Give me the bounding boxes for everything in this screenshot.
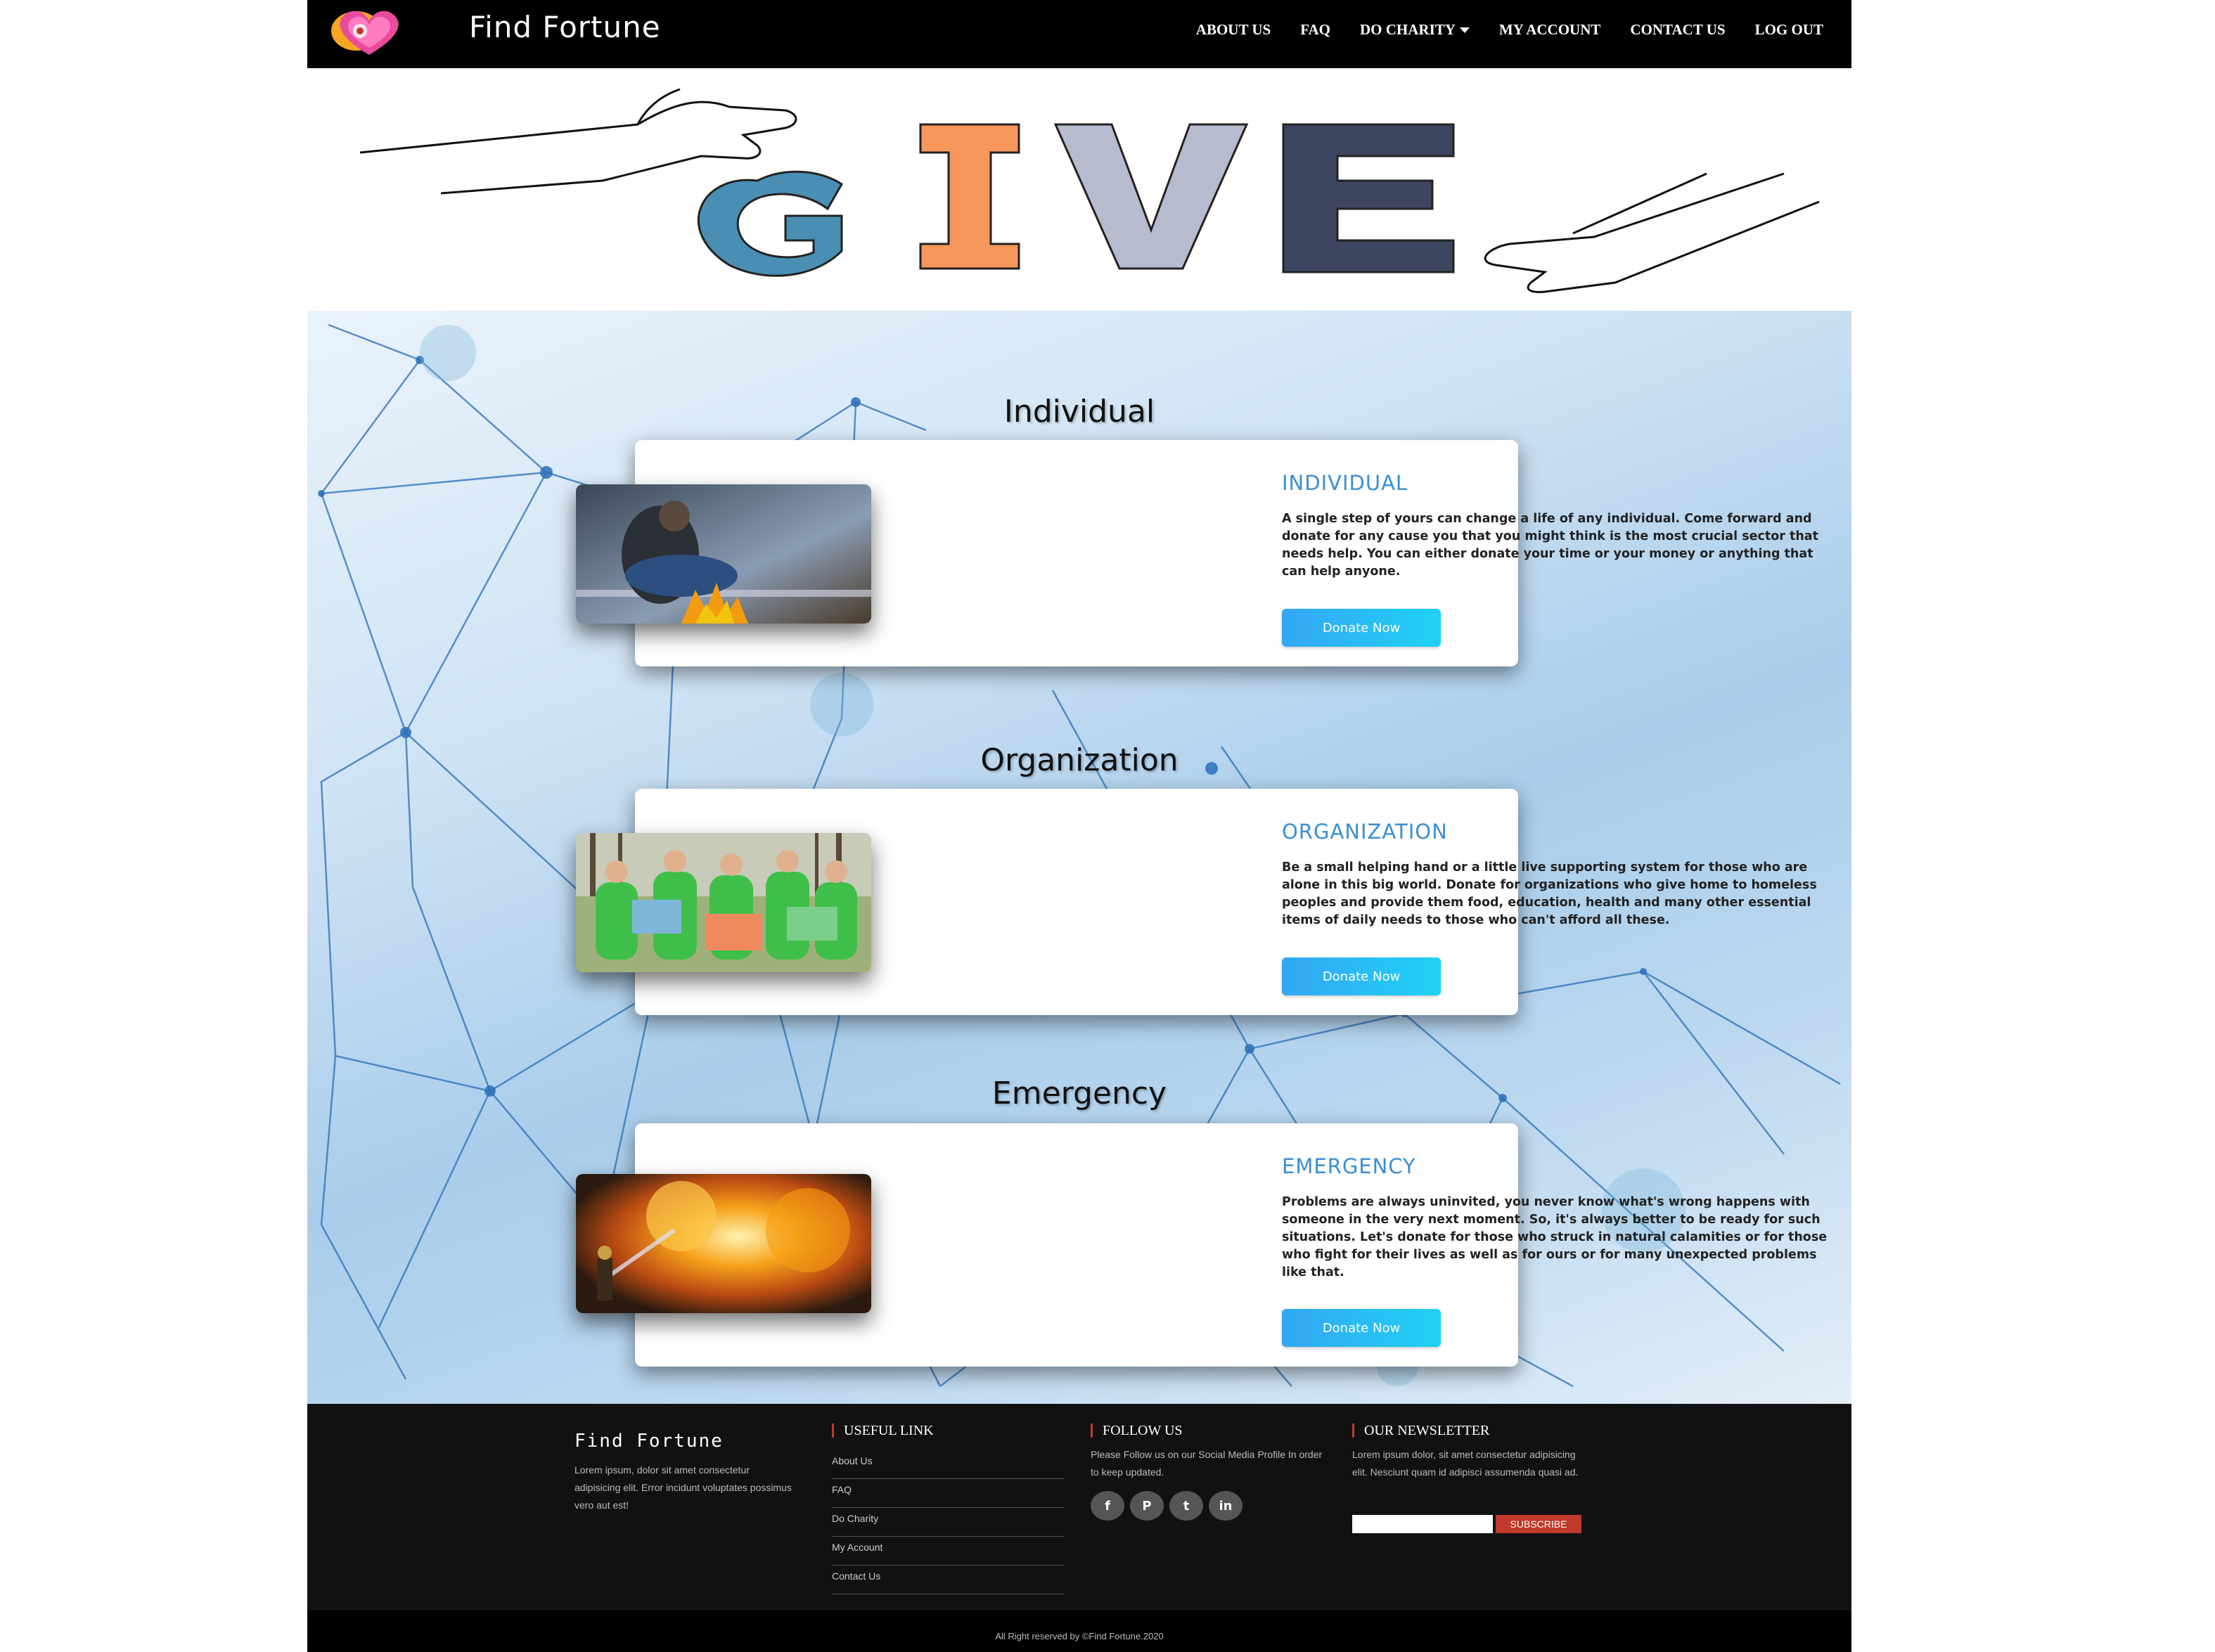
- section-title-individual: Individual: [1003, 394, 1155, 430]
- footer-description: Lorem ipsum, dolor sit amet consectetur …: [574, 1464, 792, 1511]
- nav-my-account-label: MY ACCOUNT: [1498, 21, 1601, 38]
- letter-i: [919, 123, 1020, 270]
- section-title-organization: Organization: [980, 742, 1179, 778]
- footer-link-faq[interactable]: FAQ: [832, 1479, 1064, 1508]
- card-heading-individual: INDIVIDUAL: [1282, 471, 1408, 495]
- footer: Find Fortune Lorem ipsum, dolor sit amet…: [307, 1404, 1851, 1609]
- navbar: Find Fortune ABOUT US FAQ DO CHARITY MY …: [307, 0, 1851, 68]
- facebook-icon[interactable]: f: [1091, 1491, 1124, 1521]
- nav-menu: ABOUT US FAQ DO CHARITY MY ACCOUNT CONTA…: [1196, 21, 1823, 39]
- main-content: Individual INDIVIDUAL A single step of y…: [307, 311, 1851, 1404]
- heart-logo-icon[interactable]: [328, 4, 410, 59]
- nav-do-charity-label: DO CHARITY: [1359, 21, 1456, 38]
- nav-about-us[interactable]: ABOUT US: [1196, 21, 1271, 39]
- footer-link-my-account[interactable]: My Account: [832, 1537, 1064, 1566]
- social-icons: f P t in: [1091, 1491, 1243, 1521]
- subscribe-button[interactable]: SUBSCRIBE: [1496, 1515, 1581, 1533]
- footer-link-about-us[interactable]: About Us: [832, 1450, 1064, 1479]
- follow-us-text: Please Follow us on our Social Media Pro…: [1091, 1449, 1323, 1478]
- nav-about-us-label: ABOUT US: [1195, 21, 1271, 38]
- nav-log-out[interactable]: LOG OUT: [1755, 21, 1823, 39]
- nav-do-charity[interactable]: DO CHARITY: [1360, 21, 1470, 39]
- card-text-individual: A single step of yours can change a life…: [1282, 512, 1818, 579]
- donate-now-button-organization[interactable]: Donate Now: [1282, 957, 1441, 995]
- follow-us-title: FOLLOW US: [1091, 1424, 1183, 1438]
- nav-faq[interactable]: FAQ: [1300, 21, 1330, 39]
- useful-link-title: USEFUL LINK: [832, 1424, 934, 1438]
- caret-down-icon: [1459, 27, 1470, 33]
- copyright-text: All Right reserved by ©Find Fortune.2020: [995, 1631, 1164, 1641]
- donate-now-button-individual[interactable]: Donate Now: [1282, 609, 1441, 647]
- nav-contact-us-label: CONTACT US: [1630, 21, 1726, 38]
- brand-name[interactable]: Find Fortune: [469, 10, 661, 44]
- footer-link-contact-us[interactable]: Contact Us: [832, 1566, 1064, 1594]
- linkedin-icon[interactable]: in: [1209, 1491, 1243, 1521]
- newsletter-email-input[interactable]: [1352, 1515, 1493, 1533]
- twitter-icon[interactable]: t: [1169, 1491, 1203, 1521]
- donate-now-button-emergency[interactable]: Donate Now: [1282, 1309, 1441, 1347]
- homeless-man-fire-image: [576, 484, 871, 624]
- copyright-bar: All Right reserved by ©Find Fortune.2020: [307, 1609, 1851, 1652]
- card-heading-emergency: EMERGENCY: [1282, 1154, 1416, 1178]
- letter-g: [698, 170, 843, 277]
- pinterest-icon[interactable]: P: [1130, 1491, 1164, 1521]
- footer-brand: Find Fortune: [574, 1431, 724, 1452]
- card-text-organization: Be a small helping hand or a little live…: [1282, 860, 1817, 927]
- hero-banner: [307, 68, 1851, 311]
- nav-contact-us[interactable]: CONTACT US: [1630, 21, 1725, 39]
- nav-faq-label: FAQ: [1300, 21, 1330, 38]
- section-title-emergency: Emergency: [991, 1076, 1167, 1111]
- letter-e: [1282, 123, 1455, 273]
- footer-link-do-charity[interactable]: Do Charity: [832, 1508, 1064, 1537]
- newsletter-title: OUR NEWSLETTER: [1352, 1424, 1489, 1438]
- volunteers-donation-boxes-image: [576, 833, 871, 972]
- card-text-emergency: Problems are always uninvited, you never…: [1282, 1195, 1828, 1279]
- nav-my-account[interactable]: MY ACCOUNT: [1499, 21, 1600, 39]
- useful-links-list: About Us FAQ Do Charity My Account Conta…: [832, 1450, 1064, 1594]
- newsletter-text: Lorem ipsum dolor, sit amet consectetur …: [1352, 1449, 1579, 1478]
- firefighter-explosion-image: [576, 1174, 871, 1313]
- card-heading-organization: ORGANIZATION: [1282, 820, 1448, 844]
- page: Find Fortune ABOUT US FAQ DO CHARITY MY …: [307, 0, 1851, 1652]
- letter-v: [1053, 123, 1249, 270]
- give-illustration: [359, 88, 1820, 293]
- nav-log-out-label: LOG OUT: [1754, 21, 1823, 38]
